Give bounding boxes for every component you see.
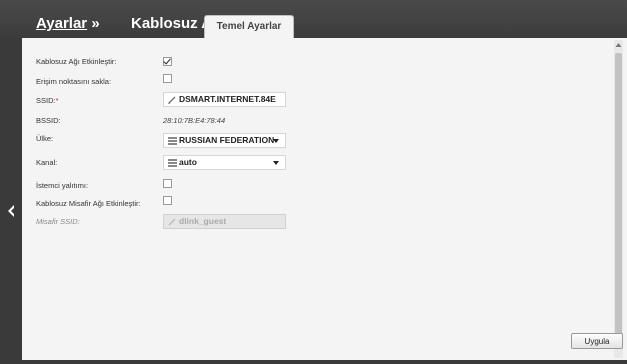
ssid-label-text: SSID:	[36, 96, 56, 105]
guest-ssid-input: dlink_guest	[163, 214, 286, 229]
bssid-value: 28:10:7B:E4:78:44	[163, 116, 226, 125]
hide-ap-checkbox[interactable]	[163, 74, 172, 83]
scroll-up-arrow-icon[interactable]	[615, 42, 622, 48]
enable-guest-label: Kablosuz Misafir Ağı Etkinleştir:	[36, 199, 141, 208]
hide-ap-label: Erişim noktasını sakla:	[36, 77, 112, 86]
country-select[interactable]: RUSSIAN FEDERATION	[163, 133, 286, 148]
tab-basic-settings[interactable]: Temel Ayarlar	[204, 15, 294, 38]
breadcrumb-separator: »	[87, 15, 100, 32]
page-header: Ayarlar » Kablosuz Ağ » Temel Ayarlar	[0, 0, 627, 38]
scrollbar-thumb[interactable]	[615, 53, 622, 349]
channel-value: auto	[179, 157, 197, 167]
required-mark: *	[55, 96, 59, 105]
scrollbar[interactable]	[614, 40, 623, 358]
client-isolation-checkbox[interactable]	[163, 179, 172, 188]
enable-guest-checkbox[interactable]	[163, 196, 172, 205]
country-label: Ülke:	[36, 134, 54, 143]
enable-wireless-checkbox[interactable]	[163, 57, 172, 66]
edit-pencil-icon	[168, 218, 176, 226]
apply-button[interactable]: Uygula	[571, 333, 623, 349]
chevron-down-icon	[273, 139, 279, 143]
guest-ssid-label: Misafir SSID:	[36, 217, 80, 226]
client-isolation-label: İstemci yalıtımı:	[36, 181, 89, 190]
breadcrumb-settings-link[interactable]: Ayarlar	[36, 15, 87, 32]
channel-label: Kanal:	[36, 158, 58, 167]
guest-ssid-value: dlink_guest	[179, 216, 227, 226]
country-value: RUSSIAN FEDERATION	[179, 135, 275, 145]
ssid-input[interactable]: DSMART.INTERNET.84E	[163, 92, 286, 107]
channel-select[interactable]: auto	[163, 155, 286, 170]
bssid-label: BSSID:	[36, 116, 61, 125]
list-icon	[168, 137, 177, 145]
ssid-label: SSID:*	[36, 96, 59, 105]
collapse-menu-arrow-icon[interactable]	[6, 204, 16, 218]
edit-pencil-icon	[168, 96, 176, 104]
list-icon	[168, 159, 177, 167]
ssid-value: DSMART.INTERNET.84E	[179, 94, 276, 104]
chevron-down-icon	[273, 161, 279, 165]
enable-wireless-label: Kablosuz Ağı Etkinleştir:	[36, 57, 117, 66]
breadcrumb-settings[interactable]: Ayarlar »	[36, 15, 100, 32]
